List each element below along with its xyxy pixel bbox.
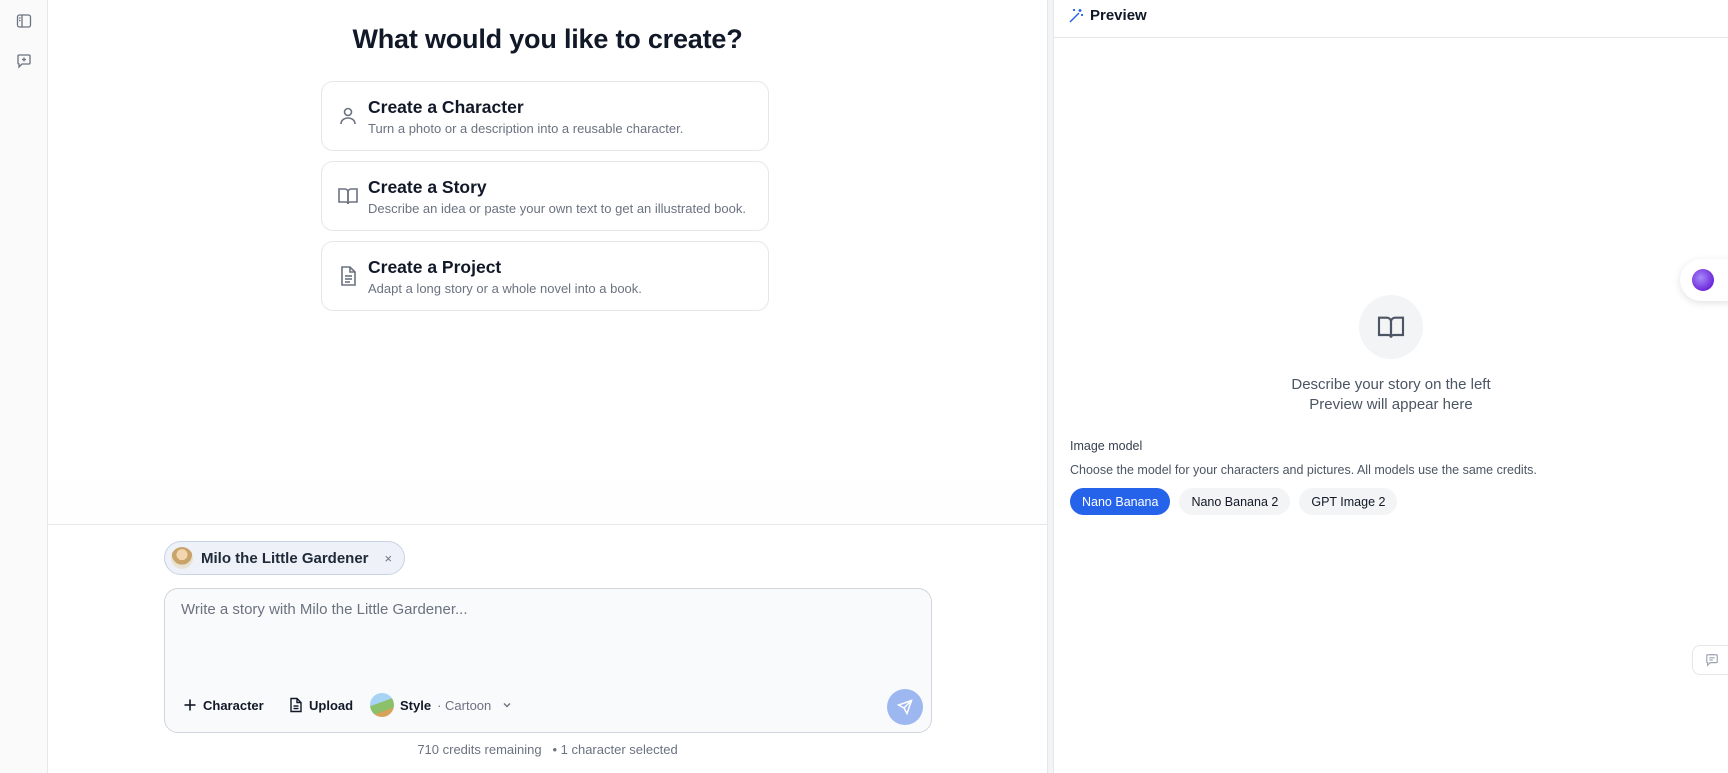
chevron-down-icon — [503, 703, 511, 708]
panel-resize-handle[interactable] — [1047, 0, 1054, 773]
card-title: Create a Story — [368, 177, 487, 197]
status-line: 710 credits remaining • 1 character sele… — [48, 742, 1047, 757]
image-model-label: Image model — [1070, 439, 1143, 453]
character-button-label: Character — [203, 697, 264, 713]
send-button[interactable] — [887, 689, 923, 725]
model-option-nano-banana[interactable]: Nano Banana — [1070, 488, 1171, 515]
sidebar-toggle-icon[interactable] — [14, 11, 34, 31]
add-character-button[interactable]: Character — [183, 693, 264, 717]
person-icon — [336, 104, 360, 128]
document-icon — [336, 264, 360, 288]
create-project-card[interactable]: Create a Project Adapt a long story or a… — [321, 241, 769, 311]
remove-character-icon[interactable]: × — [385, 551, 393, 566]
selection-count: • 1 character selected — [552, 742, 678, 757]
preview-panel: Preview Describe your story on the left … — [1054, 0, 1728, 773]
preview-title: Preview — [1090, 7, 1147, 24]
plus-icon — [184, 699, 196, 711]
feedback-button[interactable] — [1692, 645, 1728, 675]
assistant-orb-icon — [1692, 269, 1714, 291]
story-composer: Character Upload Style · Cartoon — [164, 588, 932, 733]
empty-state-line-1: Describe your story on the left — [1291, 376, 1491, 393]
style-selector[interactable]: Style · Cartoon — [370, 693, 513, 717]
composer-area: Milo the Little Gardener × Character Upl… — [48, 524, 1047, 773]
assistant-orb-button[interactable] — [1680, 259, 1728, 301]
create-character-card[interactable]: Create a Character Turn a photo or a des… — [321, 81, 769, 151]
empty-state-line-2: Preview will appear here — [1309, 396, 1473, 413]
feedback-icon — [1706, 654, 1718, 667]
new-chat-icon[interactable] — [14, 51, 34, 71]
style-thumbnail — [370, 693, 394, 717]
create-story-card[interactable]: Create a Story Describe an idea or paste… — [321, 161, 769, 231]
style-label: Style — [400, 697, 432, 713]
file-icon — [290, 697, 302, 713]
page-title: What would you like to create? — [352, 24, 743, 54]
character-avatar — [171, 547, 193, 569]
style-value: · Cartoon — [437, 697, 492, 713]
model-selector: Nano Banana Nano Banana 2 GPT Image 2 — [1070, 488, 1398, 515]
book-icon — [1359, 295, 1423, 359]
upload-button-label: Upload — [309, 697, 354, 713]
chip-label: Milo the Little Gardener — [201, 549, 369, 567]
image-model-description: Choose the model for your characters and… — [1070, 463, 1537, 477]
model-option-gpt-image-2[interactable]: GPT Image 2 — [1299, 488, 1398, 515]
card-title: Create a Project — [368, 257, 502, 277]
story-input[interactable] — [181, 601, 901, 618]
left-rail — [0, 0, 48, 773]
card-description: Adapt a long story or a whole novel into… — [368, 281, 642, 296]
preview-header: Preview — [1054, 0, 1728, 38]
main-panel: What would you like to create? Create a … — [48, 0, 1047, 773]
card-description: Turn a photo or a description into a reu… — [368, 121, 684, 136]
card-description: Describe an idea or paste your own text … — [368, 201, 746, 216]
credits-remaining: 710 credits remaining — [417, 742, 542, 757]
magic-wand-icon — [1067, 7, 1085, 25]
upload-button[interactable]: Upload — [289, 693, 353, 717]
model-option-nano-banana-2[interactable]: Nano Banana 2 — [1179, 488, 1291, 515]
selected-character-chip: Milo the Little Gardener × — [164, 541, 406, 575]
send-icon — [897, 699, 913, 715]
book-open-icon — [336, 184, 360, 208]
card-title: Create a Character — [368, 97, 524, 117]
